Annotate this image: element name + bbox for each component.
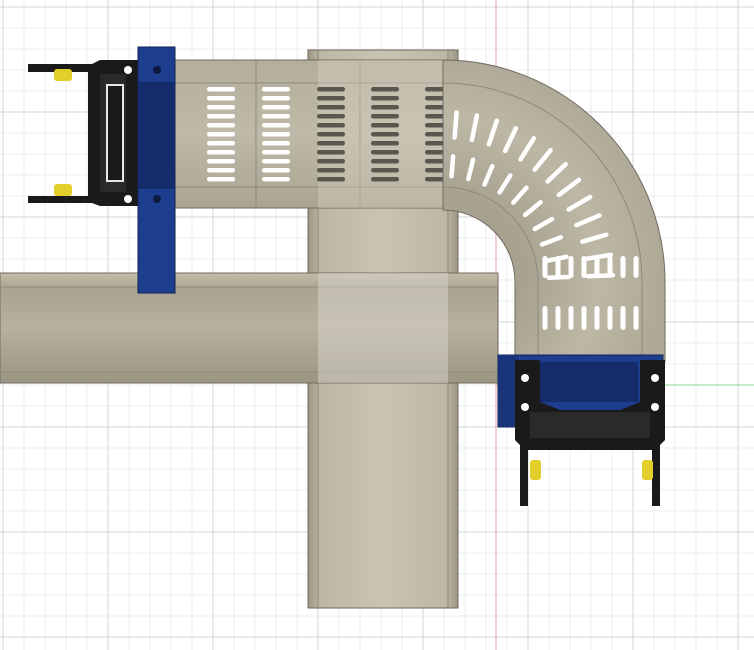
pin-icon — [642, 460, 653, 480]
tray-slot — [207, 87, 235, 92]
tray-slot — [317, 96, 345, 101]
bolt-icon — [521, 403, 529, 411]
tray-slot — [207, 159, 235, 164]
tray-slot — [371, 123, 399, 128]
tray-slot — [555, 256, 561, 278]
tray-slot — [207, 96, 235, 101]
tray-slot — [317, 87, 345, 92]
tray-slot — [452, 110, 459, 140]
tray-slot — [207, 177, 235, 182]
tray-slot — [317, 114, 345, 119]
tray-slot — [317, 168, 345, 173]
bolt-icon — [521, 374, 529, 382]
tray-slot — [542, 306, 548, 330]
tray-slot — [317, 177, 345, 182]
tray-slot — [317, 123, 345, 128]
viewport-canvas[interactable] — [0, 0, 754, 650]
tray-slot — [371, 150, 399, 155]
tray-slot — [207, 168, 235, 173]
horizontal-tube[interactable] — [0, 272, 499, 384]
tray-slot — [449, 154, 456, 179]
tray-slot — [262, 87, 290, 92]
tray-slot — [594, 256, 600, 278]
tray-slot — [262, 159, 290, 164]
tray-slot — [568, 256, 574, 278]
tray-slot — [371, 96, 399, 101]
tray-slot — [581, 256, 587, 278]
tray-slot — [207, 150, 235, 155]
tray-slot — [207, 105, 235, 110]
bolt-icon — [124, 66, 132, 74]
tray-slot — [262, 132, 290, 137]
pin-icon — [530, 460, 541, 480]
tray-slot — [581, 306, 587, 330]
tray-slot — [317, 150, 345, 155]
tray-slot — [317, 132, 345, 137]
tray-slot — [317, 105, 345, 110]
tray-slot — [371, 177, 399, 182]
tray-slot — [607, 306, 613, 330]
tray-slot — [542, 256, 548, 278]
tray-slot — [555, 306, 561, 330]
tray-slot — [607, 256, 613, 278]
tray-slot — [262, 168, 290, 173]
tray-slot — [317, 141, 345, 146]
tray-slot — [633, 256, 639, 278]
left-clamp[interactable] — [137, 46, 176, 294]
tray-slot — [262, 114, 290, 119]
tray-slot — [262, 105, 290, 110]
bolt-icon — [124, 195, 132, 203]
tray-slot — [207, 123, 235, 128]
tray-slot — [207, 114, 235, 119]
bolt-icon — [651, 374, 659, 382]
tray-slot — [207, 132, 235, 137]
tray-slot — [568, 306, 574, 330]
tray-slot — [594, 306, 600, 330]
pin-icon — [54, 184, 72, 196]
tray-slot — [262, 123, 290, 128]
tray-slot — [207, 141, 235, 146]
tray-slot — [262, 177, 290, 182]
tray-slot — [371, 141, 399, 146]
tray-slot — [371, 105, 399, 110]
tray-slot — [262, 141, 290, 146]
tray-slot — [620, 306, 626, 330]
cable-tray-straight[interactable] — [164, 59, 453, 209]
tray-slot — [262, 150, 290, 155]
tray-slot — [371, 159, 399, 164]
tray-slot — [620, 256, 626, 278]
tray-slot — [371, 114, 399, 119]
pin-icon — [54, 69, 72, 81]
cad-viewport[interactable] — [0, 0, 754, 650]
bolt-icon — [651, 403, 659, 411]
tray-slot — [633, 306, 639, 330]
tray-slot — [317, 159, 345, 164]
tray-slot — [262, 96, 290, 101]
tray-slot — [371, 168, 399, 173]
tray-slot — [371, 132, 399, 137]
tray-slot — [371, 87, 399, 92]
